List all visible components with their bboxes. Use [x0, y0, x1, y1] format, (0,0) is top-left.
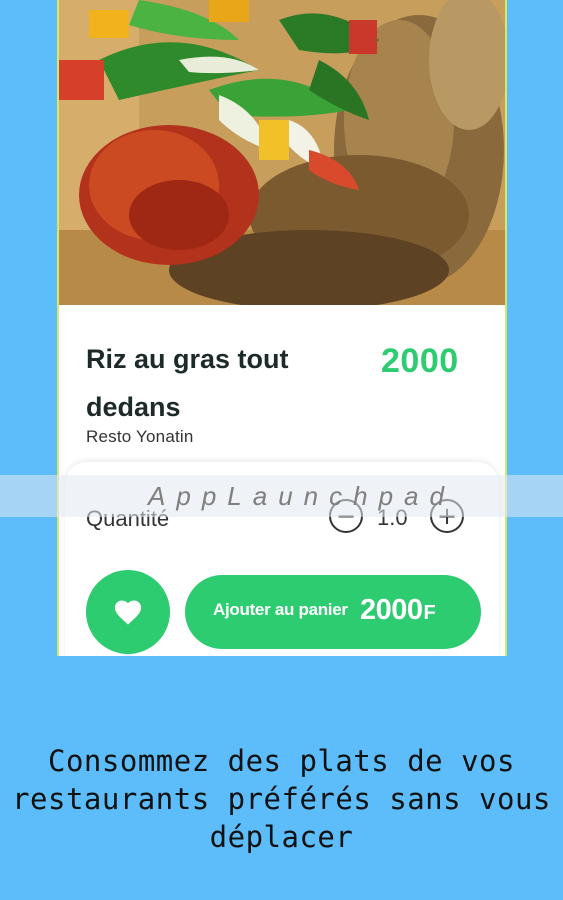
- favorite-button[interactable]: [86, 570, 170, 654]
- promo-tagline: Consommez des plats de vos restaurants p…: [12, 744, 551, 854]
- add-to-cart-price: 2000F: [360, 594, 436, 627]
- restaurant-name: Resto Yonatin: [86, 427, 194, 446]
- app-screen: Riz au gras tout dedans 2000 Resto Yonat…: [57, 0, 507, 656]
- cart-price-amount: 2000: [360, 594, 423, 626]
- add-to-cart-label: Ajouter au panier: [213, 600, 348, 619]
- dish-price: 2000: [381, 342, 459, 380]
- watermark-banner: AppLaunchpad: [0, 475, 563, 517]
- dish-title: Riz au gras tout dedans: [86, 344, 289, 422]
- add-to-cart-button[interactable]: Ajouter au panier 2000F: [185, 575, 481, 649]
- dish-photo: [59, 0, 505, 305]
- watermark-text: AppLaunchpad: [148, 480, 455, 511]
- heart-icon: [114, 600, 142, 625]
- currency-label: F: [423, 602, 436, 624]
- promo-screen: Riz au gras tout dedans 2000 Resto Yonat…: [0, 0, 563, 900]
